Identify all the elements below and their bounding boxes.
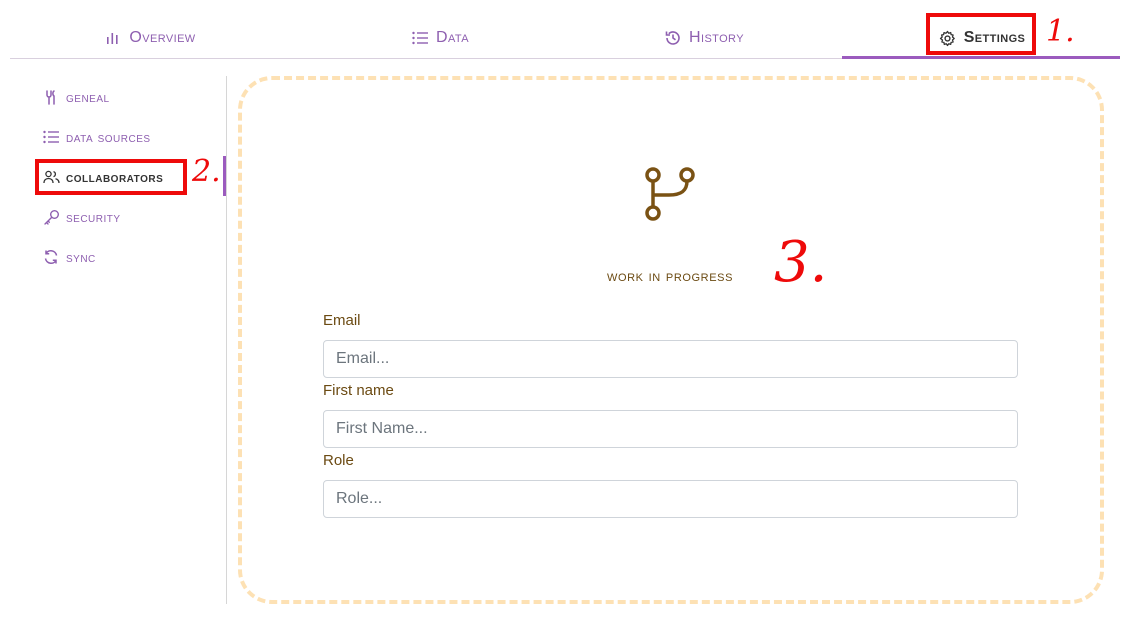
tab-history-label: History — [689, 29, 744, 46]
sidebar-active-indicator — [223, 156, 226, 196]
annotation-number-2: 2. — [192, 154, 221, 189]
sidebar-item-sync-label: sync — [66, 249, 96, 265]
sidebar-item-data-sources-label: data sources — [66, 129, 151, 145]
list-icon — [42, 128, 60, 146]
tab-overview-label: Overview — [129, 29, 196, 46]
key-icon — [42, 208, 60, 226]
annotation-number-3: 3. — [774, 230, 828, 295]
role-label: Role — [323, 452, 354, 469]
sidebar-item-security-label: security — [66, 209, 121, 225]
sidebar-item-data-sources[interactable]: data sources — [42, 126, 151, 148]
annotation-number-1: 1. — [1046, 14, 1075, 49]
status-text: work in progress — [606, 268, 734, 285]
annotation-box-settings — [926, 13, 1036, 55]
email-label: Email — [323, 312, 361, 329]
tab-history[interactable]: History — [614, 24, 794, 52]
first-name-field[interactable] — [323, 410, 1018, 448]
sidebar-item-sync[interactable]: sync — [42, 246, 96, 268]
annotation-box-collaborators — [35, 159, 187, 195]
history-icon — [664, 29, 682, 47]
first-name-label: First name — [323, 382, 394, 399]
email-field[interactable] — [323, 340, 1018, 378]
tab-data[interactable]: Data — [350, 24, 530, 52]
tools-icon — [42, 88, 60, 106]
sync-icon — [42, 248, 60, 266]
sidebar-item-general-label: geneal — [66, 89, 110, 105]
git-branch-icon — [636, 163, 700, 225]
role-field[interactable] — [323, 480, 1018, 518]
list-icon — [411, 29, 429, 47]
tab-data-label: Data — [436, 29, 469, 46]
bar-chart-icon — [104, 29, 122, 47]
sidebar-divider — [226, 76, 227, 604]
sidebar-item-security[interactable]: security — [42, 206, 121, 228]
tab-overview[interactable]: Overview — [60, 24, 240, 52]
sidebar-item-general[interactable]: geneal — [42, 86, 110, 108]
active-tab-indicator — [842, 56, 1120, 59]
